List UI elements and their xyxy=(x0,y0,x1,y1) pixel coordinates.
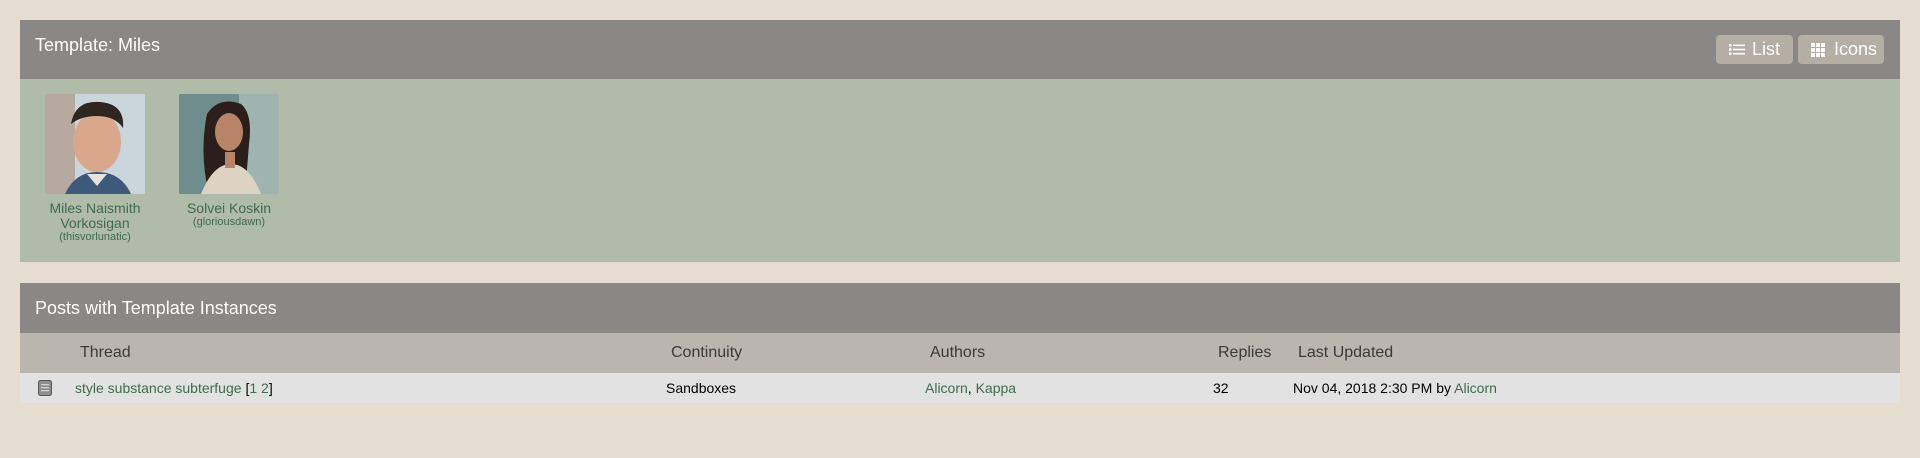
column-last-updated: Last Updated xyxy=(1298,344,1394,361)
last-updated-cell: Nov 04, 2018 2:30 PM by Alicorn xyxy=(1293,380,1497,396)
continuity-link[interactable]: Sandboxes xyxy=(666,380,736,396)
thread-link[interactable]: style substance subterfuge xyxy=(75,380,242,396)
template-panel-header: Template: Miles List Icons xyxy=(20,20,1900,79)
character-grid: Miles Naismith Vorkosigan (thisvorlunati… xyxy=(20,79,1900,262)
column-replies: Replies xyxy=(1218,344,1272,361)
table-header: Thread Continuity Authors Replies Last U… xyxy=(20,333,1900,373)
icons-view-button[interactable]: Icons xyxy=(1798,35,1884,64)
character-card[interactable]: Miles Naismith Vorkosigan (thisvorlunati… xyxy=(45,94,145,244)
authors-cell: Alicorn, Kappa xyxy=(925,380,1016,396)
column-authors: Authors xyxy=(930,344,986,361)
column-thread: Thread xyxy=(80,344,131,361)
character-portrait[interactable] xyxy=(179,94,279,194)
posts-panel-header: Posts with Template Instances xyxy=(20,283,1900,333)
updated-by-word: by xyxy=(1436,380,1451,396)
list-view-button[interactable]: List xyxy=(1716,35,1793,64)
list-view-label: List xyxy=(1752,39,1781,59)
character-handle: (thisvorlunatic) xyxy=(59,231,131,243)
column-continuity: Continuity xyxy=(671,344,743,361)
posts-title: Posts with Template Instances xyxy=(35,298,277,318)
pages-close-bracket: ] xyxy=(268,380,273,396)
grid-icon xyxy=(1811,43,1825,57)
author-link[interactable]: Kappa xyxy=(976,380,1016,396)
character-handle: (gloriousdawn) xyxy=(192,216,266,228)
table-row: style substance subterfuge [1 2] Sandbox… xyxy=(20,373,1900,403)
template-title: Template: Miles xyxy=(35,35,161,55)
author-separator: , xyxy=(967,380,972,396)
character-name[interactable]: Solvei Koskin xyxy=(179,201,279,216)
replies-link[interactable]: 32 xyxy=(1213,380,1229,396)
updated-time: Nov 04, 2018 2:30 PM xyxy=(1293,380,1433,396)
page-2-link[interactable]: 2 xyxy=(261,380,269,396)
page-1-link[interactable]: 1 xyxy=(249,380,257,396)
author-link[interactable]: Alicorn xyxy=(925,380,968,396)
icons-view-label: Icons xyxy=(1834,39,1878,59)
character-card[interactable]: Solvei Koskin (gloriousdawn) xyxy=(179,94,279,229)
list-icon xyxy=(1729,44,1745,55)
thread-cell: style substance subterfuge [1 2] xyxy=(75,380,273,396)
thread-unread-icon[interactable] xyxy=(38,380,52,396)
character-name[interactable]: Miles Naismith Vorkosigan xyxy=(45,201,145,231)
character-portrait[interactable] xyxy=(45,94,145,194)
updated-by-link[interactable]: Alicorn xyxy=(1454,380,1497,396)
